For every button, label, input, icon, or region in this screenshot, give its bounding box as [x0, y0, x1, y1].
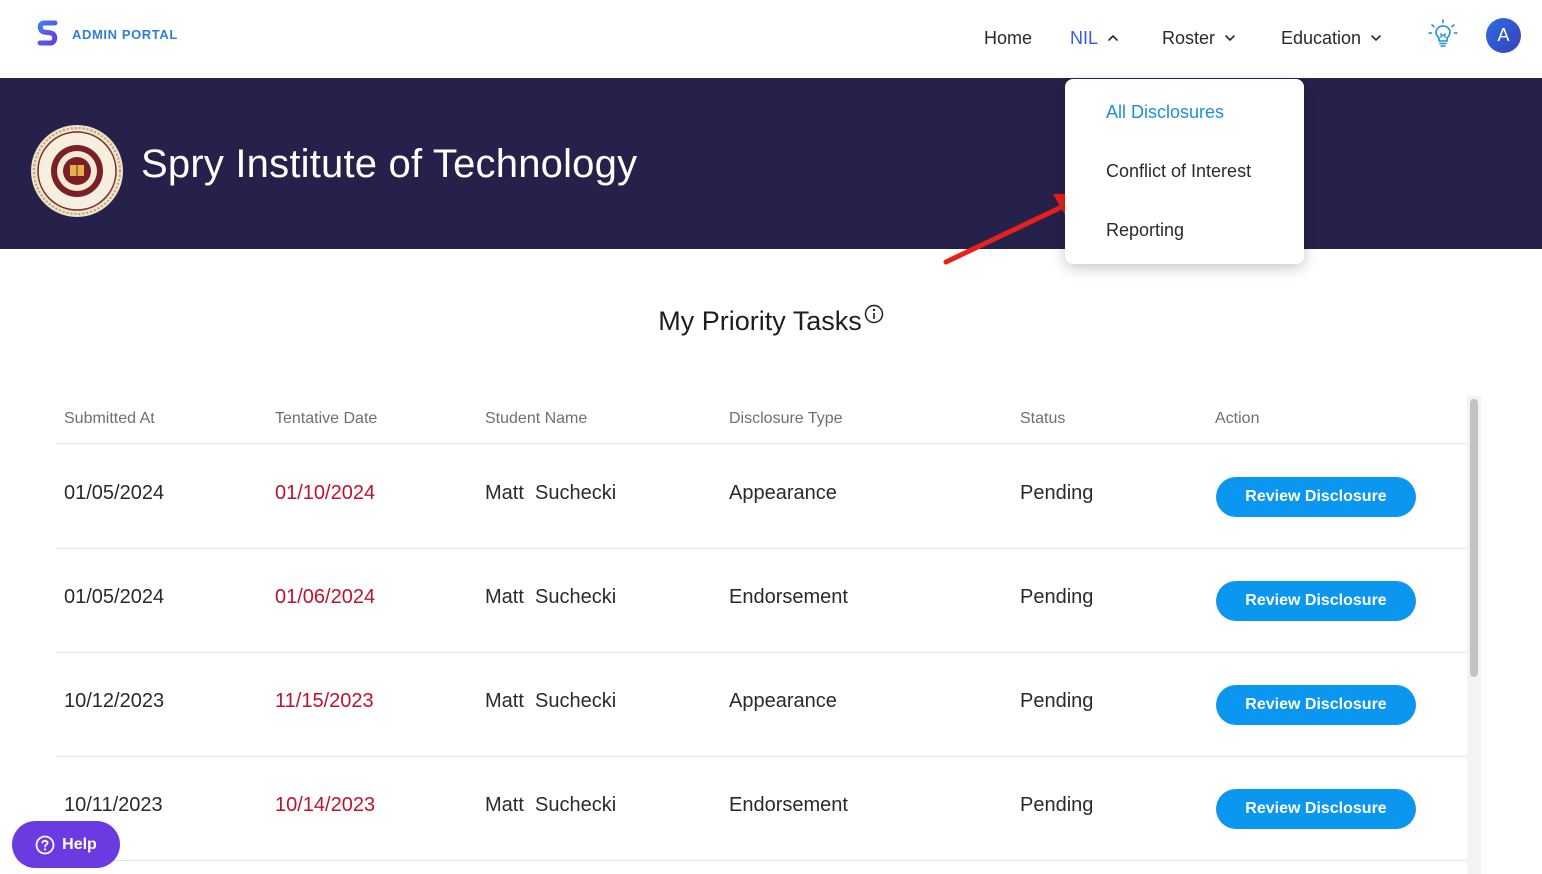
section-title-text: My Priority Tasks — [658, 306, 862, 336]
status-cell: Pending — [1020, 586, 1094, 608]
question-icon — [35, 835, 55, 854]
tentative-date-cell: 11/15/2023 — [275, 690, 374, 712]
review-disclosure-button[interactable]: Review Disclosure — [1216, 789, 1416, 829]
section-title: My Priority Tasks — [0, 304, 1542, 337]
tentative-date-cell: 10/14/2023 — [275, 794, 376, 816]
status-cell: Pending — [1020, 794, 1094, 816]
menu-item-reporting[interactable]: Reporting — [1106, 220, 1184, 241]
scrollbar-thumb[interactable] — [1470, 399, 1478, 677]
disclosure-type-cell: Appearance — [729, 482, 837, 504]
submitted-at-cell: 01/05/2024 — [64, 586, 165, 608]
table-header: Submitted At Tentative Date Student Name… — [56, 396, 1466, 444]
status-cell: Pending — [1020, 482, 1094, 504]
nav-home[interactable]: Home — [984, 24, 1032, 52]
column-header: Disclosure Type — [729, 410, 843, 427]
chevron-down-icon — [1225, 35, 1235, 41]
student-name-cell: Matt Suchecki — [485, 690, 617, 712]
nav-roster[interactable]: Roster — [1162, 24, 1236, 52]
avatar-initial: A — [1497, 25, 1510, 45]
student-name-cell: Matt Suchecki — [485, 794, 617, 816]
student-name-cell: Matt Suchecki — [485, 482, 617, 504]
chevron-up-icon — [1108, 35, 1118, 41]
priority-tasks-table: Submitted At Tentative Date Student Name… — [56, 396, 1466, 874]
table-row: 01/05/2024 01/10/2024 Matt Suchecki Appe… — [56, 445, 1466, 549]
menu-item-conflict-of-interest[interactable]: Conflict of Interest — [1106, 161, 1251, 182]
nav-nil[interactable]: NIL — [1070, 24, 1119, 52]
institution-name: Spry Institute of Technology — [141, 142, 638, 186]
nav-roster-label: Roster — [1162, 27, 1216, 48]
info-icon[interactable] — [864, 304, 884, 324]
brand-name: ADMIN PORTAL — [72, 26, 178, 42]
review-disclosure-button[interactable]: Review Disclosure — [1216, 685, 1416, 725]
disclosure-type-cell: Endorsement — [729, 586, 848, 608]
review-disclosure-button[interactable]: Review Disclosure — [1216, 477, 1416, 517]
institution-banner: Spry Institute of Technology — [0, 78, 1542, 265]
help-label: Help — [62, 835, 97, 853]
nav-education[interactable]: Education — [1281, 24, 1382, 52]
table-row: 01/05/2024 01/06/2024 Matt Suchecki Endo… — [56, 549, 1466, 653]
review-disclosure-button[interactable]: Review Disclosure — [1216, 581, 1416, 621]
user-avatar[interactable]: A — [1486, 18, 1521, 53]
disclosure-type-cell: Endorsement — [729, 794, 848, 816]
chevron-down-icon — [1371, 35, 1381, 41]
nil-dropdown-menu: All Disclosures Conflict of Interest Rep… — [1065, 79, 1304, 264]
tentative-date-cell: 01/10/2024 — [275, 482, 376, 504]
status-cell: Pending — [1020, 690, 1094, 712]
brand[interactable]: ADMIN PORTAL — [36, 20, 178, 48]
university-seal-icon — [31, 125, 123, 217]
submitted-at-cell: 10/11/2023 — [64, 794, 163, 816]
submitted-at-cell: 01/05/2024 — [64, 482, 165, 504]
column-header: Action — [1215, 410, 1260, 427]
brand-logo-icon — [37, 20, 58, 46]
disclosure-type-cell: Appearance — [729, 690, 837, 712]
column-header: Tentative Date — [275, 410, 378, 427]
table-row: 10/11/2023 10/14/2023 Matt Suchecki Endo… — [56, 757, 1466, 861]
nav-education-label: Education — [1281, 27, 1362, 48]
student-name-cell: Matt Suchecki — [485, 586, 617, 608]
tentative-date-cell: 01/06/2024 — [275, 586, 376, 608]
help-button[interactable]: Help — [12, 821, 120, 868]
nav-nil-label: NIL — [1070, 27, 1099, 48]
submitted-at-cell: 10/12/2023 — [64, 690, 165, 712]
menu-item-all-disclosures[interactable]: All Disclosures — [1106, 102, 1224, 123]
top-navigation-bar: ADMIN PORTAL Home NIL Roster Education A — [0, 0, 1542, 78]
column-header: Submitted At — [64, 410, 155, 427]
table-row: 10/12/2023 11/15/2023 Matt Suchecki Appe… — [56, 653, 1466, 757]
lightbulb-icon[interactable] — [1427, 18, 1459, 50]
column-header: Status — [1020, 410, 1066, 427]
column-header: Student Name — [485, 410, 588, 427]
nav-home-label: Home — [984, 27, 1033, 48]
